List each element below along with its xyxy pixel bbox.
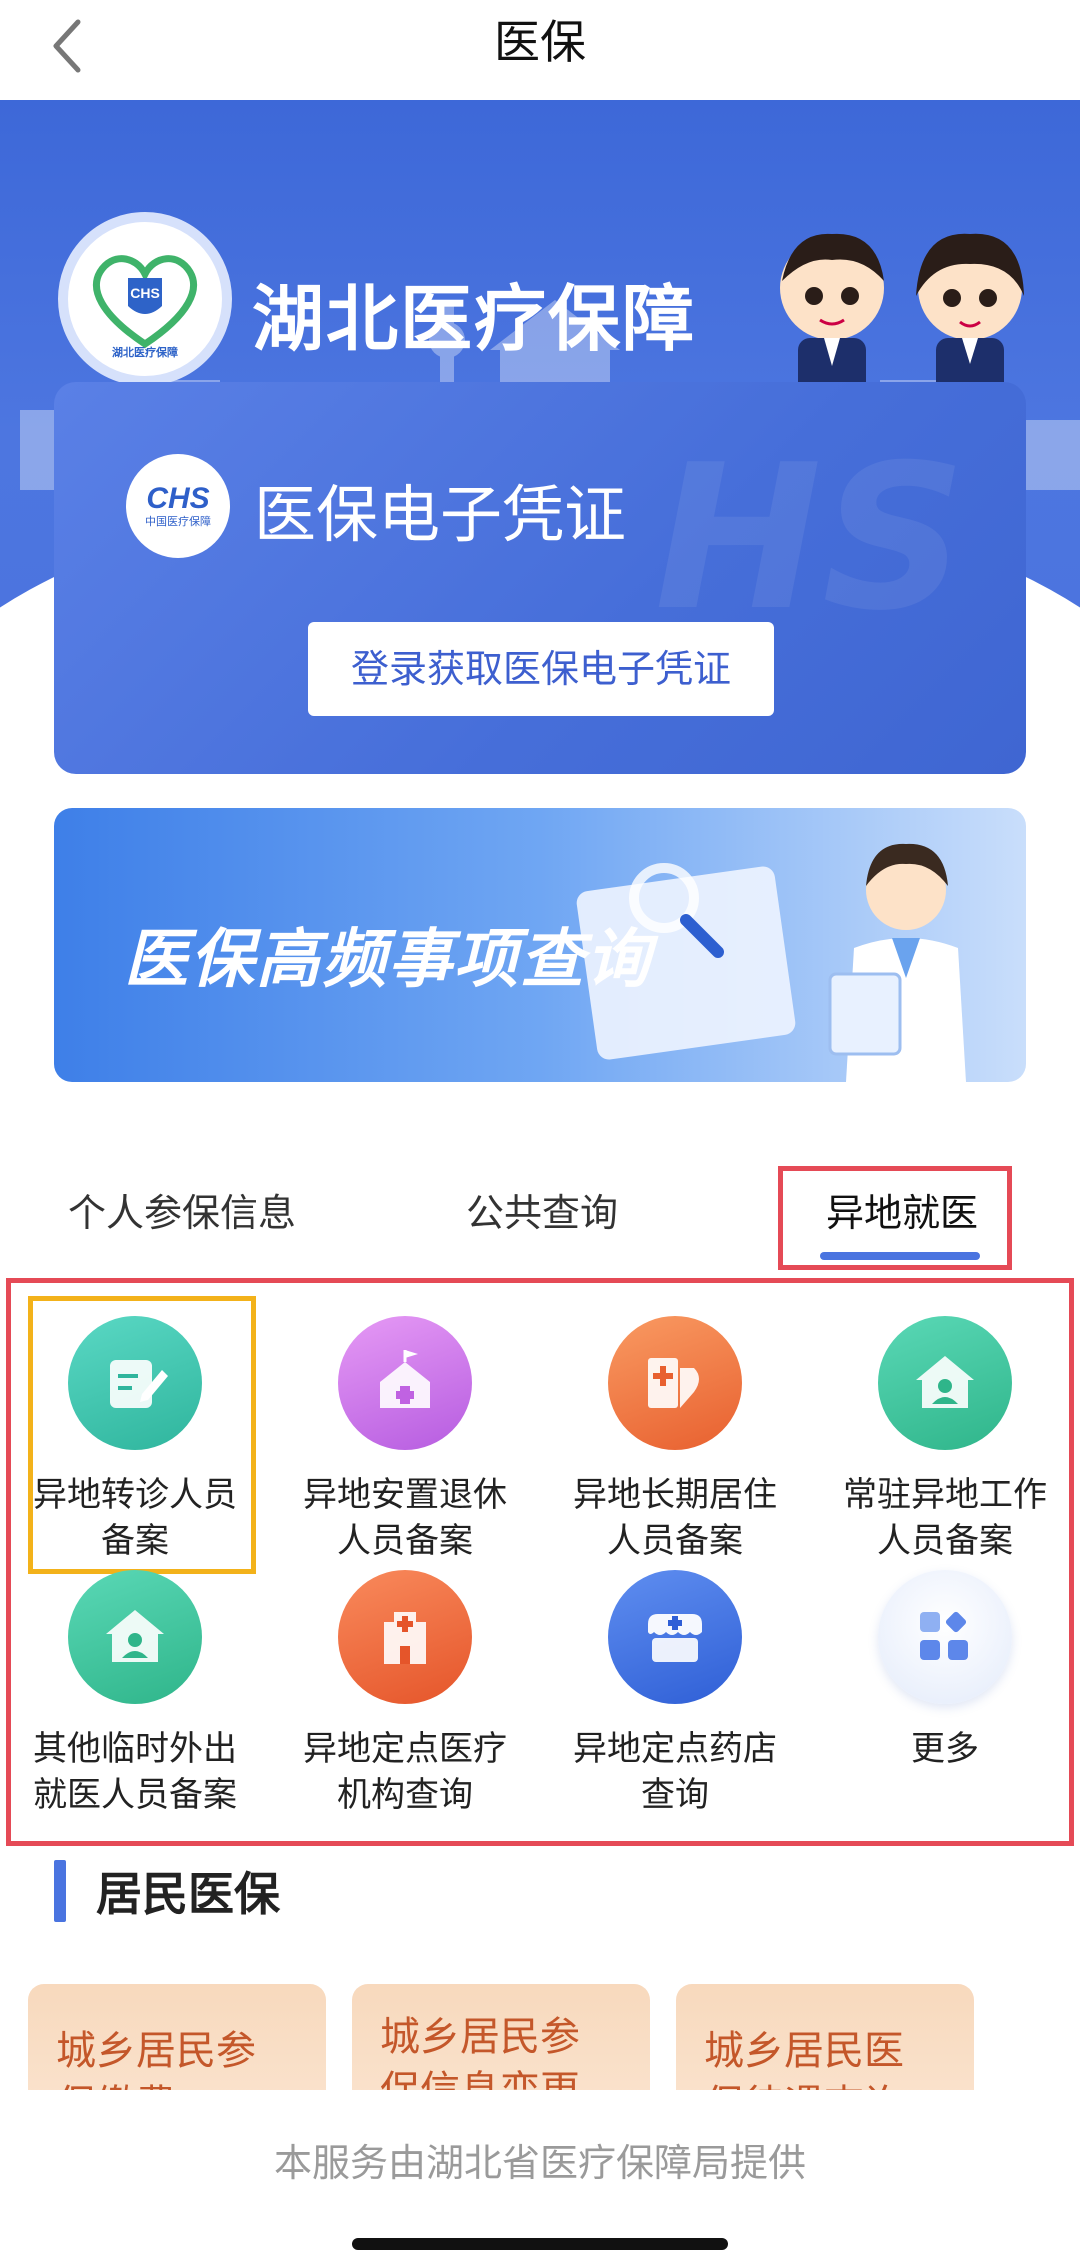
section-accent-bar [54, 1860, 66, 1922]
brand-title: 湖北医疗保障 [252, 277, 697, 361]
service-referral-registration[interactable]: 异地转诊人员 备案 [6, 1316, 264, 1564]
hubei-healthcare-logo: CHS 湖北医疗保障 [58, 212, 232, 386]
service-temporary-outbound-registration[interactable]: 其他临时外出 就医人员备案 [6, 1570, 264, 1818]
home-person-icon [878, 1316, 1012, 1450]
hero-header: CHS 湖北医疗保障 湖北医疗保障 HS CHS 中国医疗保障 医保电子凭证 登… [0, 100, 1080, 840]
pharmacy-icon [608, 1570, 742, 1704]
e-voucher-card: HS CHS 中国医疗保障 医保电子凭证 登录获取医保电子凭证 [54, 382, 1026, 774]
svg-text:CHS: CHS [130, 285, 160, 301]
service-resident-work-registration[interactable]: 常驻异地工作 人员备案 [816, 1316, 1074, 1564]
service-designated-institution-query[interactable]: 异地定点医疗 机构查询 [276, 1570, 534, 1818]
footer-provider-text: 本服务由湖北省医疗保障局提供 [273, 2141, 806, 2185]
voucher-title: 医保电子凭证 [254, 478, 627, 551]
nav-bar: 医保 [0, 0, 1080, 100]
tab-public-query[interactable]: 公共查询 [466, 1182, 618, 1237]
service-long-term-residence-registration[interactable]: 异地长期居住 人员备案 [546, 1316, 804, 1564]
login-get-voucher-button[interactable]: 登录获取医保电子凭证 [308, 622, 774, 716]
chs-watermark: HS [654, 422, 966, 655]
section-title-resident-insurance: 居民医保 [96, 1867, 280, 1921]
house-flag-icon [338, 1316, 472, 1450]
banner-title: 医保高频事项查询 [124, 923, 652, 997]
service-more[interactable]: 更多 [816, 1570, 1074, 1772]
heart-shield-icon: CHS 湖北医疗保障 [93, 255, 197, 359]
page-title: 医保 [494, 15, 586, 69]
chs-badge-icon: CHS 中国医疗保障 [126, 454, 230, 558]
home-indicator[interactable] [352, 2238, 728, 2250]
home-person-icon [68, 1570, 202, 1704]
tab-personal-insurance-info[interactable]: 个人参保信息 [68, 1182, 296, 1237]
doctor-illustration [828, 843, 966, 1082]
grid-more-icon [878, 1570, 1012, 1704]
edit-note-icon [68, 1316, 202, 1450]
category-tabs: 个人参保信息 公共查询 异地就医 [0, 1160, 1080, 1270]
service-designated-pharmacy-query[interactable]: 异地定点药店 查询 [546, 1570, 804, 1818]
building-icon [608, 1316, 742, 1450]
svg-text:湖北医疗保障: 湖北医疗保障 [112, 345, 178, 359]
hospital-icon [338, 1570, 472, 1704]
high-frequency-query-banner[interactable]: 医保高频事项查询 [54, 808, 1026, 1082]
tab-highlight-box [778, 1166, 1012, 1270]
service-retiree-resettlement-registration[interactable]: 异地安置退休 人员备案 [276, 1316, 534, 1564]
